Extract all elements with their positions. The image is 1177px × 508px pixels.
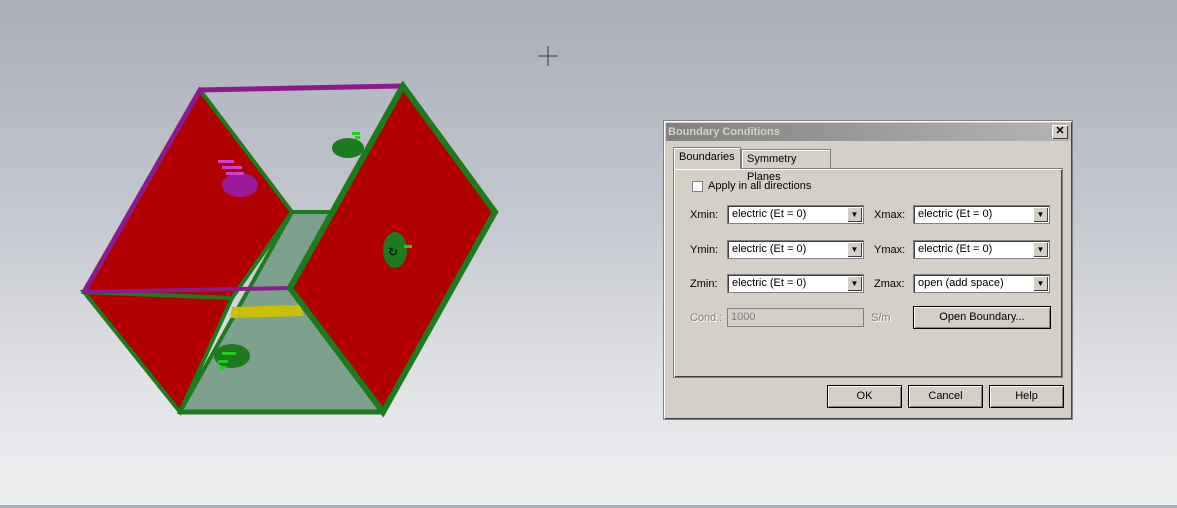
zmin-select[interactable]: electric (Et = 0) ▼ <box>727 274 864 293</box>
dropdown-arrow-icon[interactable]: ▼ <box>847 242 862 257</box>
dropdown-arrow-icon[interactable]: ▼ <box>1033 276 1048 291</box>
zmax-select[interactable]: open (add space) ▼ <box>913 274 1050 293</box>
zmax-label: Zmax: <box>874 278 905 290</box>
dropdown-arrow-icon[interactable]: ▼ <box>847 276 862 291</box>
cancel-button[interactable]: Cancel <box>908 385 983 408</box>
boundary-conditions-dialog: Boundary Conditions ✕ Boundaries Symmetr… <box>663 120 1073 420</box>
cond-unit: S/m <box>871 312 891 324</box>
zmin-value: electric (Et = 0) <box>732 277 807 289</box>
svg-text:↻: ↻ <box>388 245 398 259</box>
open-boundary-button[interactable]: Open Boundary... <box>913 306 1051 329</box>
ymin-label: Ymin: <box>690 244 719 256</box>
xmax-select[interactable]: electric (Et = 0) ▼ <box>913 205 1050 224</box>
xmax-label: Xmax: <box>874 209 906 221</box>
dropdown-arrow-icon[interactable]: ▼ <box>1033 207 1048 222</box>
cond-input[interactable]: 1000 <box>727 308 864 327</box>
ymax-label: Ymax: <box>874 244 906 256</box>
apply-all-label: Apply in all directions <box>708 180 812 192</box>
ymin-select[interactable]: electric (Et = 0) ▼ <box>727 240 864 259</box>
ymax-value: electric (Et = 0) <box>918 243 993 255</box>
ok-button[interactable]: OK <box>827 385 902 408</box>
crosshair-cursor-icon <box>538 46 558 66</box>
xmin-label: Xmin: <box>690 209 719 221</box>
zmax-value: open (add space) <box>918 277 1004 289</box>
help-button[interactable]: Help <box>989 385 1064 408</box>
cond-label: Cond.: <box>690 312 723 324</box>
dropdown-arrow-icon[interactable]: ▼ <box>847 207 862 222</box>
port-marker-icon <box>332 132 364 158</box>
boundaries-panel: Apply in all directions Xmin: electric (… <box>673 168 1063 378</box>
zmin-label: Zmin: <box>690 278 718 290</box>
xmin-value: electric (Et = 0) <box>732 208 807 220</box>
xmin-select[interactable]: electric (Et = 0) ▼ <box>727 205 864 224</box>
tab-symmetry-planes[interactable]: Symmetry Planes <box>741 149 831 183</box>
tab-boundaries[interactable]: Boundaries <box>673 147 741 169</box>
ymax-select[interactable]: electric (Et = 0) ▼ <box>913 240 1050 259</box>
close-icon[interactable]: ✕ <box>1052 125 1068 139</box>
strip-face <box>230 305 304 318</box>
dialog-titlebar[interactable]: Boundary Conditions ✕ <box>666 123 1070 141</box>
dropdown-arrow-icon[interactable]: ▼ <box>1033 242 1048 257</box>
ymin-value: electric (Et = 0) <box>732 243 807 255</box>
dialog-title: Boundary Conditions <box>668 126 780 138</box>
xmax-value: electric (Et = 0) <box>918 208 993 220</box>
apply-all-checkbox[interactable] <box>692 181 703 192</box>
